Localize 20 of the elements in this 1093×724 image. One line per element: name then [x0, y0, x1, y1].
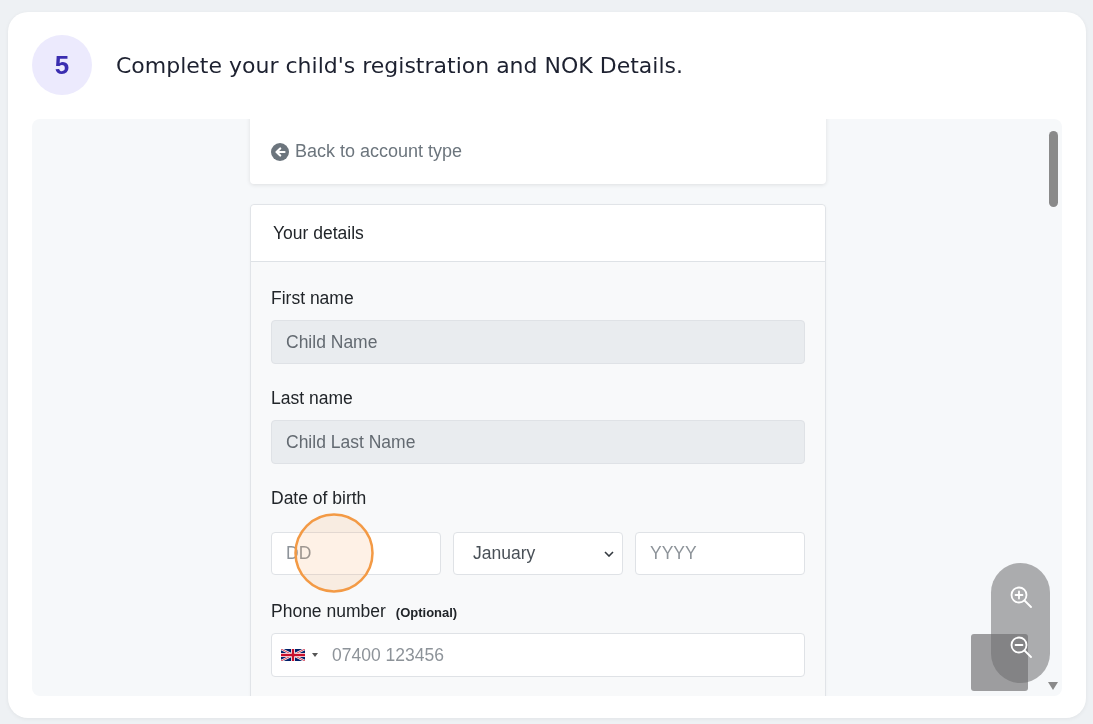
field-label: First name [271, 287, 354, 309]
year-field[interactable]: YYYY [635, 532, 805, 575]
optional-note: (Optional) [395, 605, 458, 620]
zoom-out-icon[interactable] [1009, 636, 1032, 658]
floating-square [971, 634, 1028, 691]
step-title: Complete your child's registration and NOK Details. [116, 52, 683, 78]
caret-icon [312, 653, 318, 657]
month-select[interactable]: January [453, 532, 623, 575]
back-link[interactable]: Back to account type [271, 141, 463, 162]
step-number-badge: 5 [32, 35, 92, 95]
phone-field[interactable]: 07400 123456 [271, 633, 805, 677]
scrollbar-thumb[interactable] [1048, 131, 1058, 207]
field-label: Date of birth [271, 487, 367, 509]
field-label: Last name [271, 387, 353, 409]
field-label: Phone number [271, 600, 386, 622]
scroll-down-icon[interactable] [1048, 682, 1058, 690]
flag-icon[interactable] [281, 649, 305, 661]
chevron-down-icon [604, 550, 614, 557]
zoom-in-icon[interactable] [1009, 586, 1032, 608]
card-header: Your details [251, 205, 825, 262]
